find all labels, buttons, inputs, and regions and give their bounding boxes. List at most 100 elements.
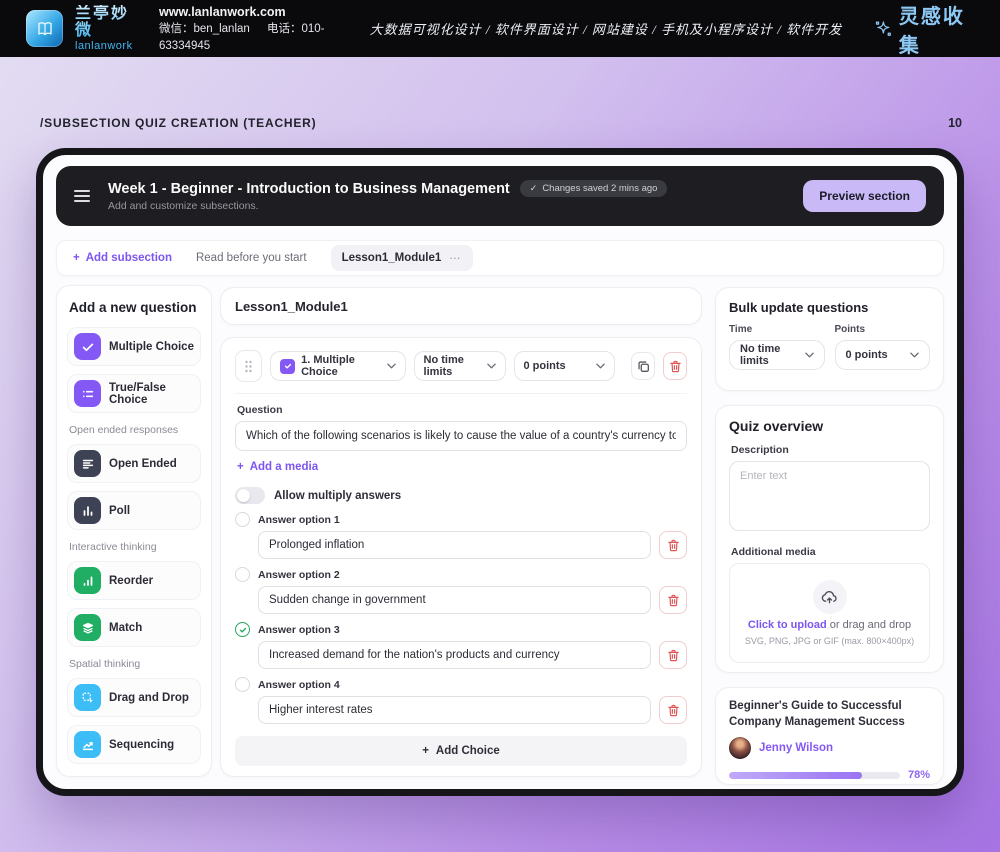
author-name[interactable]: Jenny Wilson [759, 742, 833, 754]
bulk-update-card: Bulk update questions Time No time limit… [715, 287, 944, 391]
check-square-icon [280, 359, 295, 374]
chevron-down-icon [387, 363, 396, 369]
plus-icon: + [237, 461, 244, 473]
trash-icon [667, 539, 680, 552]
media-upload-dropzone[interactable]: Click to upload or drag and drop SVG, PN… [729, 563, 930, 663]
sparkle-icon [874, 18, 893, 40]
duplicate-question-button[interactable] [631, 352, 655, 380]
services-list: 大数据可视化设计 / 软件界面设计 / 网站建设 / 手机及小程序设计 / 软件… [370, 19, 842, 38]
sidebar-item-sequencing[interactable]: Sequencing [67, 725, 201, 764]
click-to-upload-link[interactable]: Click to upload [748, 619, 827, 631]
add-subsection-button[interactable]: + Add subsection [73, 252, 172, 264]
answer-4-radio[interactable] [235, 677, 250, 692]
answer-option-2-row [258, 586, 687, 614]
question-toolbar: 1. Multiple Choice No time limits 0 poin… [235, 350, 687, 394]
sidebar-item-drag-and-drop[interactable]: Drag and Drop [67, 678, 201, 717]
course-progress-card: Beginner's Guide to Successful Company M… [715, 687, 944, 785]
bar-chart-icon [74, 497, 101, 524]
module-title-box[interactable]: Lesson1_Module1 [220, 287, 702, 325]
answer-4-input[interactable] [258, 696, 651, 724]
check-icon: ✓ [530, 183, 538, 194]
copy-icon [637, 360, 650, 373]
points-value: 0 points [524, 360, 591, 372]
sidebar-item-open-ended[interactable]: Open Ended [67, 444, 201, 483]
progress-bar [729, 772, 900, 779]
allow-multiple-toggle[interactable] [235, 487, 265, 504]
tab-active-label: Lesson1_Module1 [342, 252, 442, 264]
trend-up-icon [74, 731, 101, 758]
answer-option-4-row [258, 696, 687, 724]
saved-badge-text: Changes saved 2 mins ago [542, 183, 657, 194]
sidebar-item-multiple-choice[interactable]: Multiple Choice [67, 327, 201, 366]
website-url: www.lanlanwork.com [159, 3, 358, 21]
menu-icon[interactable] [74, 190, 90, 202]
course-title: Beginner's Guide to Successful Company M… [729, 699, 930, 730]
delete-question-button[interactable] [663, 352, 687, 380]
question-label: Question [237, 404, 687, 416]
time-limit-select[interactable]: No time limits [414, 351, 506, 381]
answer-2-radio[interactable] [235, 567, 250, 582]
add-subsection-label: Add subsection [86, 252, 172, 264]
layers-icon [74, 614, 101, 641]
answers-list: Answer option 1 Answer option 2 [235, 512, 687, 724]
brand-logo-icon [26, 10, 63, 47]
description-textarea[interactable] [729, 461, 930, 531]
add-media-link[interactable]: + Add a media [237, 461, 318, 473]
check-icon [239, 626, 247, 634]
quiz-overview-heading: Quiz overview [729, 418, 930, 434]
sidebar-item-match[interactable]: Match [67, 608, 201, 647]
additional-media-label: Additional media [731, 546, 930, 558]
page-title: /SUBSECTION QUIZ CREATION (TEACHER) [40, 116, 316, 130]
chevron-down-icon [596, 363, 605, 369]
answer-option-1-row [258, 531, 687, 559]
trash-icon [667, 649, 680, 662]
trash-icon [667, 704, 680, 717]
answer-option-3-head: Answer option 3 [235, 622, 687, 637]
chevron-down-icon [910, 352, 919, 358]
section-title: Week 1 - Beginner - Introduction to Busi… [108, 181, 510, 197]
question-editor-card: 1. Multiple Choice No time limits 0 poin… [220, 337, 702, 777]
tab-read-before-you-start[interactable]: Read before you start [196, 252, 307, 264]
progress-percentage: 78% [908, 769, 930, 781]
question-input[interactable] [235, 421, 687, 451]
drag-handle[interactable] [235, 350, 262, 382]
delete-answer-1-button[interactable] [659, 531, 687, 559]
trash-icon [667, 594, 680, 607]
sidebar-item-true-false[interactable]: True/False Choice [67, 374, 201, 413]
question-type-select[interactable]: 1. Multiple Choice [270, 351, 405, 381]
delete-answer-4-button[interactable] [659, 696, 687, 724]
wechat-id: 微信：ben_lanlan [159, 23, 250, 35]
points-select[interactable]: 0 points [514, 351, 616, 381]
more-options-icon[interactable]: ⋯ [449, 251, 462, 265]
delete-answer-3-button[interactable] [659, 641, 687, 669]
bulk-points-select[interactable]: 0 points [835, 340, 931, 370]
contact-block: www.lanlanwork.com 微信：ben_lanlan 电话：010-… [159, 3, 358, 54]
plus-icon: + [422, 745, 429, 757]
tab-lesson1-module1[interactable]: Lesson1_Module1 ⋯ [331, 245, 473, 271]
drag-drop-icon [74, 684, 101, 711]
bulk-time-select[interactable]: No time limits [729, 340, 825, 370]
answer-1-radio[interactable] [235, 512, 250, 527]
answer-1-input[interactable] [258, 531, 651, 559]
subsection-tabs: + Add subsection Read before you start L… [56, 240, 944, 276]
answer-option-4-head: Answer option 4 [235, 677, 687, 692]
upload-rest-text: or drag and drop [827, 619, 911, 631]
sidebar-heading: Add a new question [69, 300, 201, 315]
delete-answer-2-button[interactable] [659, 586, 687, 614]
changes-saved-badge: ✓ Changes saved 2 mins ago [520, 180, 668, 197]
add-choice-button[interactable]: + Add Choice [235, 736, 687, 766]
text-lines-icon [74, 450, 101, 477]
sidebar-item-reorder[interactable]: Reorder [67, 561, 201, 600]
top-banner: 兰亭妙微 lanlanwork www.lanlanwork.com 微信：be… [0, 0, 1000, 57]
description-label: Description [731, 444, 930, 456]
check-icon [74, 333, 101, 360]
time-field-label: Time [729, 324, 825, 335]
answer-3-radio-correct[interactable] [235, 622, 250, 637]
avatar [729, 737, 751, 759]
group-heading-spatial: Spatial thinking [69, 658, 201, 670]
page: { "colors": { "accent_purple": "#7c55f2"… [0, 0, 1000, 852]
answer-3-input[interactable] [258, 641, 651, 669]
answer-2-input[interactable] [258, 586, 651, 614]
sidebar-item-poll[interactable]: Poll [67, 491, 201, 530]
preview-section-button[interactable]: Preview section [803, 180, 926, 212]
